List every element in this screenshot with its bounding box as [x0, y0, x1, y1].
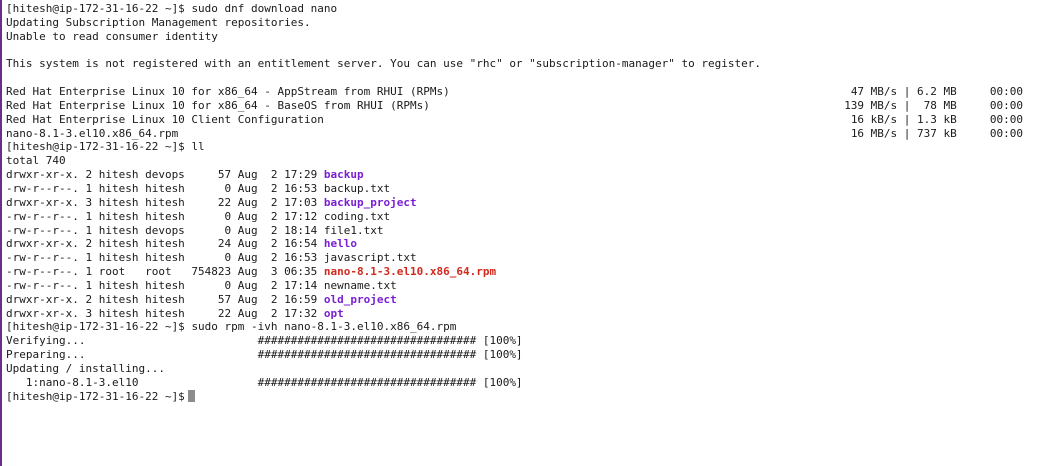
file-meta: -rw-r--r--. 1 hitesh hitesh 0 Aug 2 16:5…	[6, 181, 324, 195]
listing-row: -rw-r--r--. 1 hitesh hitesh 0 Aug 2 16:5…	[6, 182, 1053, 196]
output-line: Unable to read consumer identity	[6, 29, 218, 43]
output-line: Updating Subscription Management reposit…	[6, 15, 311, 29]
file-name: newname.txt	[323, 278, 397, 292]
directory-name: hello	[323, 237, 358, 251]
listing-row: drwxr-xr-x. 2 hitesh devops 57 Aug 2 17:…	[6, 168, 1053, 182]
listing-row: -rw-r--r--. 1 root root 754823 Aug 3 06:…	[6, 265, 1053, 279]
output-line: total 740	[6, 154, 66, 168]
directory-name: opt	[323, 306, 344, 320]
file-name: file1.txt	[323, 223, 384, 237]
active-command-line[interactable]: [hitesh@ip-172-31-16-22 ~]$	[6, 389, 1053, 404]
repo-stats: 47 MB/s | 6.2 MB 00:00	[850, 85, 1023, 99]
text-cursor	[187, 389, 195, 402]
repo-name: Red Hat Enterprise Linux 10 Client Confi…	[6, 112, 324, 126]
directory-name: backup_project	[323, 195, 417, 209]
file-name: javascript.txt	[323, 251, 417, 265]
file-name: coding.txt	[323, 209, 391, 223]
file-meta: -rw-r--r--. 1 root root 754823 Aug 3 06:…	[6, 265, 324, 279]
file-meta: drwxr-xr-x. 3 hitesh hitesh 22 Aug 2 17:…	[6, 195, 324, 209]
listing-row: drwxr-xr-x. 2 hitesh hitesh 57 Aug 2 16:…	[6, 293, 1053, 307]
repo-stats: 139 MB/s | 78 MB 00:00	[844, 98, 1023, 112]
listing-row: -rw-r--r--. 1 hitesh hitesh 0 Aug 2 17:1…	[6, 210, 1053, 224]
file-name: backup.txt	[323, 181, 391, 195]
file-meta: -rw-r--r--. 1 hitesh devops 0 Aug 2 18:1…	[6, 223, 324, 237]
shell-prompt: [hitesh@ip-172-31-16-22 ~]$	[6, 2, 185, 15]
command-text: ll	[191, 140, 205, 154]
output-line: Preparing... ###########################…	[6, 348, 523, 362]
listing-row: -rw-r--r--. 1 hitesh devops 0 Aug 2 18:1…	[6, 224, 1053, 238]
command-line: [hitesh@ip-172-31-16-22 ~]$ ll	[6, 140, 1053, 154]
listing-row: drwxr-xr-x. 3 hitesh hitesh 22 Aug 2 17:…	[6, 307, 1053, 321]
output-line: Updating / installing...	[6, 361, 165, 375]
file-meta: -rw-r--r--. 1 hitesh hitesh 0 Aug 2 16:5…	[6, 251, 324, 265]
repo-stats: 16 kB/s | 1.3 kB 00:00	[850, 112, 1023, 126]
repo-stats: 16 MB/s | 737 kB 00:00	[850, 126, 1023, 140]
command-text: sudo dnf download nano	[191, 2, 338, 15]
directory-name: backup	[323, 168, 364, 182]
output-line: Verifying... ###########################…	[6, 334, 523, 348]
shell-prompt: [hitesh@ip-172-31-16-22 ~]$	[6, 389, 185, 403]
command-line: [hitesh@ip-172-31-16-22 ~]$ sudo rpm -iv…	[6, 320, 1053, 334]
listing-row: drwxr-xr-x. 3 hitesh hitesh 22 Aug 2 17:…	[6, 196, 1053, 210]
file-meta: -rw-r--r--. 1 hitesh hitesh 0 Aug 2 17:1…	[6, 209, 324, 223]
listing-row: -rw-r--r--. 1 hitesh hitesh 0 Aug 2 17:1…	[6, 279, 1053, 293]
terminal-window[interactable]: [hitesh@ip-172-31-16-22 ~]$ sudo dnf dow…	[0, 0, 1053, 466]
file-meta: -rw-r--r--. 1 hitesh hitesh 0 Aug 2 17:1…	[6, 278, 324, 292]
listing-row: -rw-r--r--. 1 hitesh hitesh 0 Aug 2 16:5…	[6, 251, 1053, 265]
repo-line: Red Hat Enterprise Linux 10 for x86_64 -…	[6, 99, 1053, 113]
output-line: This system is not registered with an en…	[6, 57, 761, 71]
file-meta: drwxr-xr-x. 3 hitesh hitesh 22 Aug 2 17:…	[6, 306, 324, 320]
rpm-file-name: nano-8.1-3.el10.x86_64.rpm	[323, 265, 497, 279]
file-meta: drwxr-xr-x. 2 hitesh hitesh 57 Aug 2 16:…	[6, 292, 324, 306]
repo-name: Red Hat Enterprise Linux 10 for x86_64 -…	[6, 98, 430, 112]
command-text: sudo rpm -ivh nano-8.1-3.el10.x86_64.rpm	[191, 320, 457, 334]
shell-prompt: [hitesh@ip-172-31-16-22 ~]$	[6, 140, 185, 154]
repo-line: Red Hat Enterprise Linux 10 for x86_64 -…	[6, 85, 1053, 99]
command-line: [hitesh@ip-172-31-16-22 ~]$ sudo dnf dow…	[6, 2, 1053, 16]
repo-name: Red Hat Enterprise Linux 10 for x86_64 -…	[6, 85, 450, 99]
file-meta: drwxr-xr-x. 2 hitesh devops 57 Aug 2 17:…	[6, 168, 324, 182]
listing-row: drwxr-xr-x. 2 hitesh hitesh 24 Aug 2 16:…	[6, 237, 1053, 251]
repo-line: nano-8.1-3.el10.x86_64.rpm 16 MB/s | 737 …	[6, 127, 1053, 141]
file-meta: drwxr-xr-x. 2 hitesh hitesh 24 Aug 2 16:…	[6, 237, 324, 251]
repo-name: nano-8.1-3.el10.x86_64.rpm	[6, 126, 179, 140]
directory-name: old_project	[323, 292, 397, 306]
output-line: 1:nano-8.1-3.el10 ######################…	[6, 375, 523, 389]
shell-prompt: [hitesh@ip-172-31-16-22 ~]$	[6, 320, 185, 334]
repo-line: Red Hat Enterprise Linux 10 Client Confi…	[6, 113, 1053, 127]
